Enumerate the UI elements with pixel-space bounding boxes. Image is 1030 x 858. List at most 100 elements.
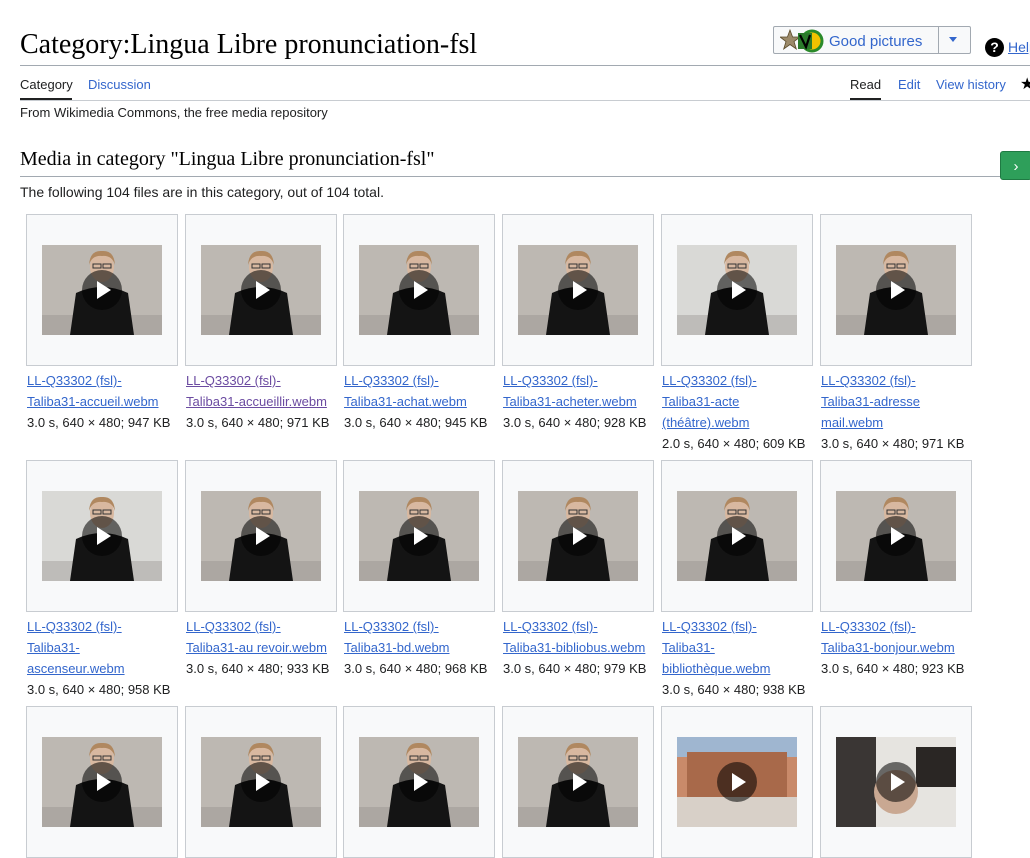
play-icon[interactable] (558, 762, 598, 802)
play-icon[interactable] (876, 270, 916, 310)
site-tagline: From Wikimedia Commons, the free media r… (20, 105, 328, 120)
play-icon[interactable] (399, 516, 439, 556)
file-name-link[interactable]: LL-Q33302 (fsl)- Taliba31-au revoir.webm (186, 616, 341, 658)
play-icon[interactable] (399, 270, 439, 310)
video-thumbnail[interactable] (201, 491, 321, 581)
gallery-caption: LL-Q33302 (fsl)- Taliba31- bibliothèque.we… (662, 616, 817, 700)
gallery-caption: LL-Q33302 (fsl)- Taliba31-adresse mail.web… (821, 370, 976, 454)
media-heading: Media in category "Lingua Libre pronunci… (20, 148, 435, 170)
play-icon[interactable] (241, 762, 281, 802)
watch-star-icon[interactable]: ★ (1020, 74, 1030, 94)
help-icon[interactable]: ? (985, 38, 1004, 57)
video-thumbnail[interactable] (359, 245, 479, 335)
file-meta: 3.0 s, 640 × 480; 945 KB (344, 415, 488, 430)
video-thumbnail[interactable] (42, 245, 162, 335)
play-icon[interactable] (82, 762, 122, 802)
tab-read[interactable]: Read (850, 77, 881, 92)
play-icon[interactable] (558, 270, 598, 310)
file-meta: 3.0 s, 640 × 480; 958 KB (27, 682, 171, 697)
gallery-caption: LL-Q33302 (fsl)- Taliba31-bonjour.webm 3.0… (821, 616, 976, 679)
play-icon[interactable] (717, 762, 757, 802)
file-name-link[interactable]: LL-Q33302 (fsl)- Taliba31-adresse mail.web… (821, 370, 976, 433)
file-name-line: (théâtre).webm (662, 415, 750, 430)
play-icon[interactable] (241, 270, 281, 310)
gallery-thumbnail-box[interactable] (343, 460, 495, 612)
gallery-thumbnail-box[interactable] (820, 706, 972, 858)
video-thumbnail[interactable] (42, 737, 162, 827)
good-pictures-dropdown[interactable]: Good pictures (773, 26, 971, 54)
dropdown-separator (938, 27, 939, 53)
gallery-thumbnail-box[interactable] (661, 460, 813, 612)
gallery-thumbnail-box[interactable] (502, 706, 654, 858)
file-meta: 3.0 s, 640 × 480; 947 KB (27, 415, 171, 430)
gallery-thumbnail-box[interactable] (661, 214, 813, 366)
tab-edit[interactable]: Edit (898, 77, 920, 92)
file-name-line: Taliba31-bonjour.webm (821, 640, 955, 655)
play-icon[interactable] (82, 270, 122, 310)
video-thumbnail[interactable] (836, 245, 956, 335)
gallery-thumbnail-box[interactable] (185, 706, 337, 858)
file-name-link[interactable]: LL-Q33302 (fsl)- Taliba31-accueillir.webm (186, 370, 341, 412)
next-page-button[interactable]: › (1000, 151, 1030, 180)
file-name-link[interactable]: LL-Q33302 (fsl)- Taliba31-accueil.webm (27, 370, 182, 412)
gallery-thumbnail-box[interactable] (185, 214, 337, 366)
file-name-line: mail.webm (821, 415, 884, 430)
video-thumbnail[interactable] (677, 491, 797, 581)
video-thumbnail[interactable] (201, 245, 321, 335)
file-name-line: Taliba31-achat.webm (344, 394, 467, 409)
play-icon[interactable] (241, 516, 281, 556)
gallery-thumbnail-box[interactable] (185, 460, 337, 612)
gallery-thumbnail-box[interactable] (343, 706, 495, 858)
chevron-down-icon[interactable] (949, 37, 957, 42)
page-title: Category:Lingua Libre pronunciation-fsl (20, 29, 478, 60)
gallery-thumbnail-box[interactable] (26, 214, 178, 366)
play-icon[interactable] (717, 516, 757, 556)
gallery-caption: LL-Q33302 (fsl)- Taliba31-accueil.webm 3.0… (27, 370, 182, 433)
tab-category[interactable]: Category (20, 77, 73, 92)
video-thumbnail[interactable] (518, 245, 638, 335)
file-name-link[interactable]: LL-Q33302 (fsl)- Taliba31-bibliobus.webm (503, 616, 658, 658)
help-link[interactable]: Help (1008, 39, 1030, 55)
file-name-line: LL-Q33302 (fsl)- (503, 373, 598, 388)
file-name-line: LL-Q33302 (fsl)- (662, 373, 757, 388)
file-name-line: LL-Q33302 (fsl)- (821, 619, 916, 634)
file-name-line: LL-Q33302 (fsl)- (186, 373, 281, 388)
gallery-thumbnail-box[interactable] (26, 460, 178, 612)
video-thumbnail[interactable] (359, 737, 479, 827)
play-icon[interactable] (876, 762, 916, 802)
file-name-link[interactable]: LL-Q33302 (fsl)- Taliba31-bd.webm (344, 616, 499, 658)
video-thumbnail[interactable] (836, 737, 956, 827)
play-icon[interactable] (876, 516, 916, 556)
gallery-thumbnail-box[interactable] (502, 214, 654, 366)
play-icon[interactable] (717, 270, 757, 310)
file-meta: 3.0 s, 640 × 480; 928 KB (503, 415, 647, 430)
video-thumbnail[interactable] (677, 737, 797, 827)
gallery-thumbnail-box[interactable] (343, 214, 495, 366)
video-thumbnail[interactable] (42, 491, 162, 581)
tab-view-history[interactable]: View history (936, 77, 1006, 92)
gallery-thumbnail-box[interactable] (820, 460, 972, 612)
play-icon[interactable] (399, 762, 439, 802)
gallery-thumbnail-box[interactable] (820, 214, 972, 366)
video-thumbnail[interactable] (836, 491, 956, 581)
video-thumbnail[interactable] (518, 491, 638, 581)
tab-discussion[interactable]: Discussion (88, 77, 151, 92)
file-name-link[interactable]: LL-Q33302 (fsl)- Taliba31- ascenseur.webm (27, 616, 182, 679)
file-count-text: The following 104 files are in this cate… (20, 184, 384, 200)
video-thumbnail[interactable] (677, 245, 797, 335)
file-name-link[interactable]: LL-Q33302 (fsl)- Taliba31-acheter.webm (503, 370, 658, 412)
video-thumbnail[interactable] (359, 491, 479, 581)
video-thumbnail[interactable] (518, 737, 638, 827)
video-thumbnail[interactable] (201, 737, 321, 827)
gallery-thumbnail-box[interactable] (26, 706, 178, 858)
play-icon[interactable] (82, 516, 122, 556)
gallery-thumbnail-box[interactable] (502, 460, 654, 612)
file-name-link[interactable]: LL-Q33302 (fsl)- Taliba31-achat.webm (344, 370, 499, 412)
file-meta: 3.0 s, 640 × 480; 968 KB (344, 661, 488, 676)
file-name-link[interactable]: LL-Q33302 (fsl)- Taliba31-bonjour.webm (821, 616, 976, 658)
file-name-line: LL-Q33302 (fsl)- (27, 373, 122, 388)
file-name-link[interactable]: LL-Q33302 (fsl)- Taliba31- bibliothèque.we… (662, 616, 817, 679)
gallery-thumbnail-box[interactable] (661, 706, 813, 858)
file-name-link[interactable]: LL-Q33302 (fsl)- Taliba31-acte (théâtre).w… (662, 370, 817, 433)
play-icon[interactable] (558, 516, 598, 556)
